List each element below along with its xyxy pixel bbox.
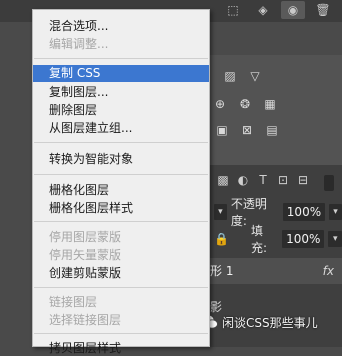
menu-separator: [34, 287, 208, 288]
fill-field[interactable]: 100%: [282, 230, 325, 248]
menu-item-duplicate-layer[interactable]: 复制图层...: [33, 84, 209, 100]
blend-mode-dropdown[interactable]: ▾: [214, 204, 227, 220]
fill-label: 填充:: [250, 224, 267, 255]
menu-item-copy-css[interactable]: 复制 CSS: [33, 65, 209, 82]
smart-object-filter-icon[interactable]: ⊟: [296, 173, 310, 187]
menu-item-group-from-layers[interactable]: 从图层建立组...: [33, 120, 209, 136]
menu-item-edit-adjustment: 编辑调整...: [49, 37, 109, 51]
menu-item-blending-options[interactable]: 混合选项...: [33, 18, 209, 34]
menu-item-disable-layer-mask: 停用图层蒙版: [49, 230, 122, 244]
layers-panel-controls: ▩ ◐ T ⊡ ⊟ ▾ 不透明度: 100% ▾ 🔒 填充: 100% ▾: [210, 0, 342, 347]
menu-item-copy-layer-style[interactable]: 拷贝图层样式: [33, 340, 209, 356]
menu-separator: [34, 142, 208, 143]
fill-dropdown[interactable]: ▾: [328, 231, 342, 247]
menu-separator: [34, 58, 208, 59]
layer-row[interactable]: 形 1 fx: [210, 258, 342, 284]
pixel-filter-icon[interactable]: ▩: [216, 173, 230, 187]
menu-item-disable-vector-mask: 停用矢量蒙版: [49, 248, 122, 262]
watermark-text: 闲谈CSS那些事儿: [222, 315, 318, 330]
filter-toggle[interactable]: [324, 175, 334, 191]
layer-context-menu: 混合选项... 编辑调整... 复制 CSS 复制图层... 删除图层 从图层建…: [32, 9, 210, 355]
menu-separator: [34, 333, 208, 334]
menu-item-select-linked-layers: 选择链接图层: [49, 313, 122, 327]
menu-item-rasterize-layer-style[interactable]: 栅格化图层样式: [33, 200, 209, 216]
fill-row: 🔒 填充: 100% ▾: [214, 224, 342, 255]
type-filter-icon[interactable]: T: [256, 173, 270, 187]
watermark: 闲谈CSS那些事儿: [200, 312, 318, 332]
opacity-field[interactable]: 100%: [282, 203, 326, 221]
menu-item-link-layers: 链接图层: [49, 295, 98, 309]
menu-separator: [34, 221, 208, 222]
fx-icon[interactable]: fx: [323, 258, 334, 284]
menu-item-rasterize-layer[interactable]: 栅格化图层: [33, 182, 209, 198]
shape-filter-icon[interactable]: ⊡: [276, 173, 290, 187]
menu-item-delete-layer[interactable]: 删除图层: [33, 102, 209, 118]
menu-item-create-clipping-mask[interactable]: 创建剪贴蒙版: [33, 265, 209, 281]
menu-separator: [34, 174, 208, 175]
layer-filter-row: ▩ ◐ T ⊡ ⊟: [210, 170, 342, 190]
layer-name: 形 1: [210, 264, 234, 278]
menu-item-convert-to-smart-object[interactable]: 转换为智能对象: [33, 151, 209, 167]
opacity-dropdown[interactable]: ▾: [329, 204, 342, 220]
adjustment-filter-icon[interactable]: ◐: [236, 173, 250, 187]
lock-icon[interactable]: 🔒: [214, 232, 229, 246]
opacity-row: ▾ 不透明度: 100% ▾: [214, 197, 342, 228]
